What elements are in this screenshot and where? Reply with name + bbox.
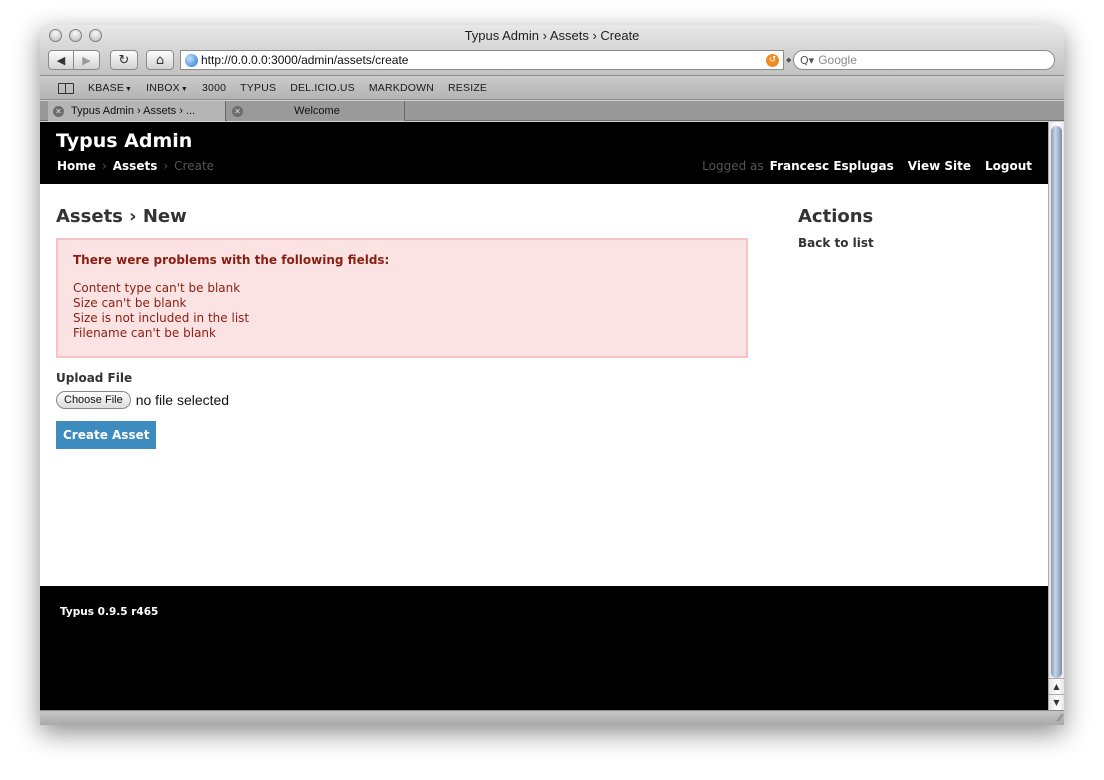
reload-icon: ↻ xyxy=(118,52,130,68)
page-title: Assets › New xyxy=(56,206,187,227)
logged-as-label: Logged as xyxy=(702,159,764,173)
breadcrumb-current: Create xyxy=(174,159,215,173)
back-button[interactable]: ◀ xyxy=(48,50,74,70)
app-header: Typus Admin Home › Assets › Create Logge… xyxy=(40,122,1048,184)
url-text[interactable]: http://0.0.0.0:3000/admin/assets/create xyxy=(201,53,766,67)
status-bar: ⁄⁄ xyxy=(40,710,1064,725)
home-button[interactable]: ⌂ xyxy=(146,50,174,70)
search-icon[interactable]: Q▾ xyxy=(800,54,814,67)
version-text: Typus 0.9.5 r465 xyxy=(60,606,159,618)
breadcrumb: Home › Assets › Create xyxy=(57,159,214,173)
close-icon[interactable]: ✕ xyxy=(53,105,64,117)
scroll-up-arrow-icon[interactable]: ▲ xyxy=(1049,678,1064,694)
error-item: Content type can't be blank xyxy=(73,281,241,295)
scrollbar-thumb[interactable] xyxy=(1051,126,1062,678)
search-input[interactable] xyxy=(818,53,1019,67)
address-bar[interactable]: http://0.0.0.0:3000/admin/assets/create … xyxy=(180,50,784,70)
error-item: Size is not included in the list xyxy=(73,311,250,325)
choose-file-button[interactable]: Choose File xyxy=(56,391,131,409)
bookmarks-bar: KBASE▼ INBOX▼ 3000 TYPUS DEL.ICIO.US MAR… xyxy=(40,77,1064,100)
bookmark-typus[interactable]: TYPUS xyxy=(240,82,276,94)
error-heading: There were problems with the following f… xyxy=(73,253,390,267)
home-icon: ⌂ xyxy=(155,52,165,68)
error-item: Filename can't be blank xyxy=(73,326,216,340)
globe-icon xyxy=(185,53,198,67)
app-title: Typus Admin xyxy=(56,130,193,152)
breadcrumb-assets[interactable]: Assets xyxy=(113,159,158,173)
search-field[interactable]: Q▾ xyxy=(793,50,1055,70)
error-item: Size can't be blank xyxy=(73,296,187,310)
reload-button[interactable]: ↻ xyxy=(110,50,138,70)
user-nav: Logged as Francesc Esplugas View Site Lo… xyxy=(702,159,1032,173)
forward-button[interactable]: ▶ xyxy=(74,50,100,70)
bookmark-delicious[interactable]: DEL.ICIO.US xyxy=(290,82,355,94)
file-input-row: Choose File no file selected xyxy=(56,391,748,409)
breadcrumb-home[interactable]: Home xyxy=(57,159,96,173)
close-icon[interactable]: ✕ xyxy=(232,105,243,117)
vertical-scrollbar[interactable]: ▲ ▼ xyxy=(1048,122,1064,710)
tab-label: Welcome xyxy=(294,105,340,117)
browser-toolbar: Typus Admin › Assets › Create ◀ ▶ ↻ ⌂ ht… xyxy=(40,25,1064,76)
back-arrow-icon: ◀ xyxy=(56,53,66,67)
page-footer: Typus 0.9.5 r465 xyxy=(40,586,1048,710)
snapback-icon[interactable]: ↺ xyxy=(766,53,779,67)
breadcrumb-separator: › xyxy=(101,159,107,173)
bookmarks-book-icon[interactable] xyxy=(58,82,74,94)
browser-window: Typus Admin › Assets › Create ◀ ▶ ↻ ⌂ ht… xyxy=(40,25,1064,725)
bookmark-3000[interactable]: 3000 xyxy=(202,82,226,94)
breadcrumb-separator: › xyxy=(163,159,169,173)
create-asset-button[interactable]: Create Asset xyxy=(56,421,157,449)
nav-buttons: ◀ ▶ xyxy=(48,50,100,70)
user-name-link[interactable]: Francesc Esplugas xyxy=(770,159,894,173)
view-site-link[interactable]: View Site xyxy=(908,159,971,173)
tab-welcome[interactable]: ✕ Welcome xyxy=(227,101,405,121)
logout-link[interactable]: Logout xyxy=(985,159,1032,173)
address-dropdown-icon[interactable]: ◆ xyxy=(786,56,791,64)
tab-bar: ✕ Typus Admin › Assets › ... ✕ Welcome xyxy=(40,101,1064,121)
main-content: Assets › New There were problems with th… xyxy=(56,206,748,449)
scroll-down-arrow-icon[interactable]: ▼ xyxy=(1049,694,1064,710)
forward-arrow-icon: ▶ xyxy=(82,53,91,67)
bookmark-inbox[interactable]: INBOX▼ xyxy=(146,82,188,94)
window-title: Typus Admin › Assets › Create xyxy=(464,28,640,43)
tab-label: Typus Admin › Assets › ... xyxy=(71,105,196,117)
error-messages: There were problems with the following f… xyxy=(56,238,748,358)
page-viewport: Typus Admin Home › Assets › Create Logge… xyxy=(40,122,1048,710)
tab-typus-admin[interactable]: ✕ Typus Admin › Assets › ... xyxy=(48,101,226,121)
upload-file-label: Upload File xyxy=(56,371,133,385)
bookmark-markdown[interactable]: MARKDOWN xyxy=(369,82,434,94)
resize-grip-icon[interactable]: ⁄⁄ xyxy=(1059,713,1062,724)
back-to-list-link[interactable]: Back to list xyxy=(798,236,1028,250)
chevron-down-icon: ▼ xyxy=(125,86,133,93)
bookmark-kbase[interactable]: KBASE▼ xyxy=(88,82,132,94)
actions-sidebar: Actions Back to list xyxy=(798,206,1028,250)
bookmark-resize[interactable]: RESIZE xyxy=(448,82,487,94)
file-status-text: no file selected xyxy=(135,392,230,408)
actions-title: Actions xyxy=(798,206,874,227)
chevron-down-icon: ▼ xyxy=(180,86,188,93)
